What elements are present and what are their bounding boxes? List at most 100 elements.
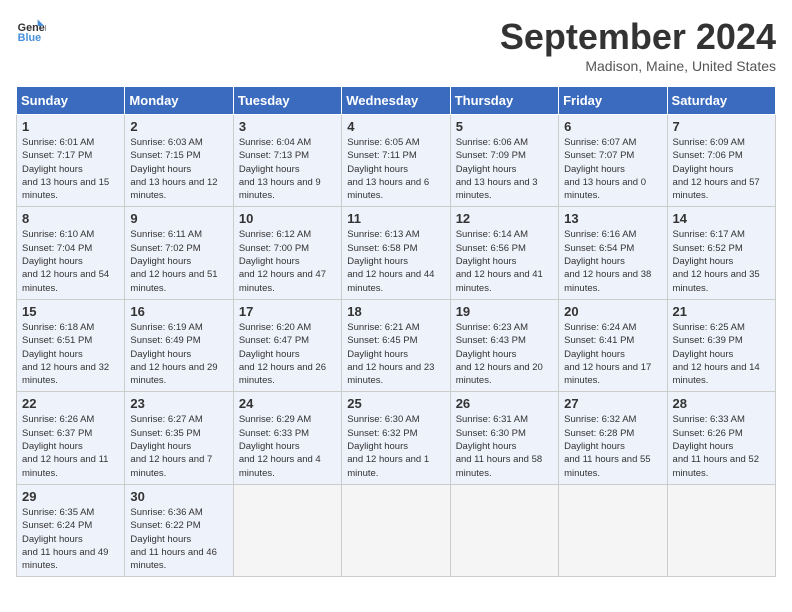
day-number: 11 [347,211,444,226]
table-row: 3 Sunrise: 6:04 AM Sunset: 7:13 PM Dayli… [233,115,341,207]
day-info: Sunrise: 6:27 AM Sunset: 6:35 PM Dayligh… [130,413,227,479]
day-info: Sunrise: 6:18 AM Sunset: 6:51 PM Dayligh… [22,321,119,387]
table-row: 11 Sunrise: 6:13 AM Sunset: 6:58 PM Dayl… [342,207,450,299]
table-row: 7 Sunrise: 6:09 AM Sunset: 7:06 PM Dayli… [667,115,775,207]
logo-icon: General Blue [16,16,46,46]
day-number: 7 [673,119,770,134]
day-info: Sunrise: 6:13 AM Sunset: 6:58 PM Dayligh… [347,228,444,294]
day-number: 17 [239,304,336,319]
table-row: 13 Sunrise: 6:16 AM Sunset: 6:54 PM Dayl… [559,207,667,299]
day-number: 5 [456,119,553,134]
day-number: 10 [239,211,336,226]
day-info: Sunrise: 6:32 AM Sunset: 6:28 PM Dayligh… [564,413,661,479]
table-row: 20 Sunrise: 6:24 AM Sunset: 6:41 PM Dayl… [559,299,667,391]
calendar-week-row: 22 Sunrise: 6:26 AM Sunset: 6:37 PM Dayl… [17,392,776,484]
table-row: 29 Sunrise: 6:35 AM Sunset: 6:24 PM Dayl… [17,484,125,576]
empty-cell [559,484,667,576]
day-info: Sunrise: 6:36 AM Sunset: 6:22 PM Dayligh… [130,506,227,572]
day-info: Sunrise: 6:20 AM Sunset: 6:47 PM Dayligh… [239,321,336,387]
day-info: Sunrise: 6:04 AM Sunset: 7:13 PM Dayligh… [239,136,336,202]
day-info: Sunrise: 6:05 AM Sunset: 7:11 PM Dayligh… [347,136,444,202]
day-number: 13 [564,211,661,226]
calendar-week-row: 29 Sunrise: 6:35 AM Sunset: 6:24 PM Dayl… [17,484,776,576]
day-number: 1 [22,119,119,134]
table-row: 9 Sunrise: 6:11 AM Sunset: 7:02 PM Dayli… [125,207,233,299]
col-sunday: Sunday [17,87,125,115]
day-number: 19 [456,304,553,319]
day-number: 16 [130,304,227,319]
table-row: 27 Sunrise: 6:32 AM Sunset: 6:28 PM Dayl… [559,392,667,484]
day-info: Sunrise: 6:03 AM Sunset: 7:15 PM Dayligh… [130,136,227,202]
table-row: 8 Sunrise: 6:10 AM Sunset: 7:04 PM Dayli… [17,207,125,299]
page-header: General Blue September 2024 Madison, Mai… [16,16,776,74]
day-info: Sunrise: 6:31 AM Sunset: 6:30 PM Dayligh… [456,413,553,479]
day-number: 26 [456,396,553,411]
table-row: 4 Sunrise: 6:05 AM Sunset: 7:11 PM Dayli… [342,115,450,207]
table-row: 28 Sunrise: 6:33 AM Sunset: 6:26 PM Dayl… [667,392,775,484]
day-number: 6 [564,119,661,134]
day-info: Sunrise: 6:26 AM Sunset: 6:37 PM Dayligh… [22,413,119,479]
day-info: Sunrise: 6:33 AM Sunset: 6:26 PM Dayligh… [673,413,770,479]
location: Madison, Maine, United States [500,58,776,74]
calendar-week-row: 1 Sunrise: 6:01 AM Sunset: 7:17 PM Dayli… [17,115,776,207]
table-row: 18 Sunrise: 6:21 AM Sunset: 6:45 PM Dayl… [342,299,450,391]
table-row: 23 Sunrise: 6:27 AM Sunset: 6:35 PM Dayl… [125,392,233,484]
day-number: 18 [347,304,444,319]
day-number: 23 [130,396,227,411]
day-number: 15 [22,304,119,319]
day-info: Sunrise: 6:19 AM Sunset: 6:49 PM Dayligh… [130,321,227,387]
empty-cell [667,484,775,576]
header-row: Sunday Monday Tuesday Wednesday Thursday… [17,87,776,115]
col-tuesday: Tuesday [233,87,341,115]
day-number: 27 [564,396,661,411]
table-row: 30 Sunrise: 6:36 AM Sunset: 6:22 PM Dayl… [125,484,233,576]
day-info: Sunrise: 6:29 AM Sunset: 6:33 PM Dayligh… [239,413,336,479]
col-monday: Monday [125,87,233,115]
day-info: Sunrise: 6:11 AM Sunset: 7:02 PM Dayligh… [130,228,227,294]
day-info: Sunrise: 6:23 AM Sunset: 6:43 PM Dayligh… [456,321,553,387]
day-info: Sunrise: 6:16 AM Sunset: 6:54 PM Dayligh… [564,228,661,294]
svg-text:Blue: Blue [18,32,41,44]
day-info: Sunrise: 6:35 AM Sunset: 6:24 PM Dayligh… [22,506,119,572]
day-number: 3 [239,119,336,134]
col-wednesday: Wednesday [342,87,450,115]
table-row: 25 Sunrise: 6:30 AM Sunset: 6:32 PM Dayl… [342,392,450,484]
table-row: 26 Sunrise: 6:31 AM Sunset: 6:30 PM Dayl… [450,392,558,484]
calendar-week-row: 8 Sunrise: 6:10 AM Sunset: 7:04 PM Dayli… [17,207,776,299]
table-row: 5 Sunrise: 6:06 AM Sunset: 7:09 PM Dayli… [450,115,558,207]
month-title: September 2024 [500,16,776,58]
table-row: 16 Sunrise: 6:19 AM Sunset: 6:49 PM Dayl… [125,299,233,391]
col-saturday: Saturday [667,87,775,115]
table-row: 6 Sunrise: 6:07 AM Sunset: 7:07 PM Dayli… [559,115,667,207]
table-row: 10 Sunrise: 6:12 AM Sunset: 7:00 PM Dayl… [233,207,341,299]
day-number: 28 [673,396,770,411]
table-row: 22 Sunrise: 6:26 AM Sunset: 6:37 PM Dayl… [17,392,125,484]
day-info: Sunrise: 6:21 AM Sunset: 6:45 PM Dayligh… [347,321,444,387]
day-info: Sunrise: 6:12 AM Sunset: 7:00 PM Dayligh… [239,228,336,294]
day-number: 9 [130,211,227,226]
table-row: 17 Sunrise: 6:20 AM Sunset: 6:47 PM Dayl… [233,299,341,391]
day-info: Sunrise: 6:24 AM Sunset: 6:41 PM Dayligh… [564,321,661,387]
day-number: 30 [130,489,227,504]
table-row: 12 Sunrise: 6:14 AM Sunset: 6:56 PM Dayl… [450,207,558,299]
day-number: 25 [347,396,444,411]
day-info: Sunrise: 6:14 AM Sunset: 6:56 PM Dayligh… [456,228,553,294]
day-info: Sunrise: 6:25 AM Sunset: 6:39 PM Dayligh… [673,321,770,387]
empty-cell [450,484,558,576]
logo: General Blue [16,16,46,46]
table-row: 19 Sunrise: 6:23 AM Sunset: 6:43 PM Dayl… [450,299,558,391]
day-info: Sunrise: 6:30 AM Sunset: 6:32 PM Dayligh… [347,413,444,479]
calendar-table: Sunday Monday Tuesday Wednesday Thursday… [16,86,776,577]
day-info: Sunrise: 6:17 AM Sunset: 6:52 PM Dayligh… [673,228,770,294]
table-row: 14 Sunrise: 6:17 AM Sunset: 6:52 PM Dayl… [667,207,775,299]
day-number: 12 [456,211,553,226]
day-number: 2 [130,119,227,134]
day-number: 20 [564,304,661,319]
calendar-week-row: 15 Sunrise: 6:18 AM Sunset: 6:51 PM Dayl… [17,299,776,391]
day-number: 24 [239,396,336,411]
title-area: September 2024 Madison, Maine, United St… [500,16,776,74]
day-number: 4 [347,119,444,134]
day-number: 21 [673,304,770,319]
day-info: Sunrise: 6:09 AM Sunset: 7:06 PM Dayligh… [673,136,770,202]
col-thursday: Thursday [450,87,558,115]
